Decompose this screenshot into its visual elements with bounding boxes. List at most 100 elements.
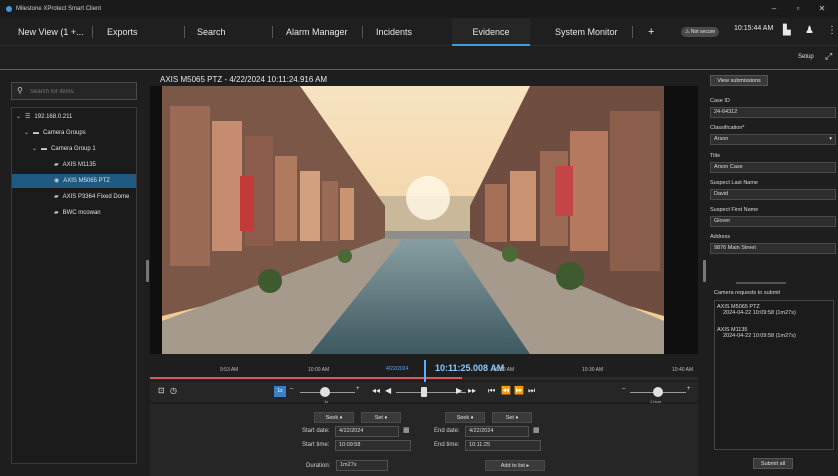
window-controls: – ▫ ✕ — [762, 2, 834, 16]
camera-requests-list: AXIS M5065 PTZ 2024-04-22 10:09:58 (1m27… — [714, 300, 834, 450]
range-decrease-icon[interactable]: – — [622, 386, 625, 392]
speed-decrease-icon[interactable]: – — [290, 386, 293, 392]
left-splitter[interactable] — [146, 260, 149, 282]
tab-system-monitor[interactable]: System Monitor — [555, 18, 618, 46]
tab-exports[interactable]: Exports — [107, 18, 138, 46]
expand-chevron-icon[interactable]: ⌄ — [24, 126, 29, 140]
duration-label: Duration: — [306, 463, 331, 469]
tree-node-camera-groups[interactable]: ⌄ ▬ Camera Groups — [24, 126, 86, 140]
tab-divider — [362, 26, 363, 38]
timeline-tick-label: 9:53 AM — [220, 367, 239, 373]
suspect-first-name-label: Suspect First Name — [710, 207, 759, 213]
time-range-slider-knob[interactable] — [653, 387, 663, 397]
setup-button[interactable]: Setup — [798, 54, 814, 60]
window-title: Milestone XProtect Smart Client — [16, 6, 102, 12]
list-item[interactable]: AXIS M5065 PTZ 2024-04-22 10:09:58 (1m27… — [717, 304, 833, 316]
speed-slider-knob[interactable] — [319, 387, 330, 397]
timeline[interactable]: 9:53 AM 10:00 AM 4/22/2024 10:20 AM 10:3… — [150, 356, 698, 384]
add-tab-button[interactable]: + — [648, 18, 654, 46]
calendar-icon[interactable]: ▦ — [403, 426, 410, 434]
list-item[interactable]: AXIS M1135 2024-04-22 10:09:58 (1m27s) — [717, 327, 833, 339]
camera-icon: ▰ — [54, 194, 59, 200]
snapshot-icon[interactable]: ⊡ — [158, 386, 165, 395]
expand-chevron-icon[interactable]: ⌄ — [16, 110, 21, 124]
camera-requests-label: Camera requests to submit — [714, 290, 781, 296]
tree-node-server[interactable]: ⌄ ☰ 192.168.0.211 — [16, 110, 72, 124]
previous-sequence-icon[interactable]: ⏮ — [488, 386, 495, 396]
jog-slider-knob[interactable] — [421, 387, 427, 397]
seek-end-button[interactable]: Seek ♦ — [445, 412, 485, 423]
setup-bar: Setup ⤢ — [0, 46, 838, 70]
calendar-icon[interactable]: ▦ — [533, 426, 540, 434]
tab-alarm-manager[interactable]: Alarm Manager — [286, 18, 348, 46]
title-bar: Milestone XProtect Smart Client – ▫ ✕ — [0, 0, 838, 18]
close-button[interactable]: ✕ — [810, 2, 834, 16]
speed-increase-icon[interactable]: + — [356, 386, 360, 392]
video-player[interactable] — [150, 86, 698, 354]
clock: 10:15:44 AM — [734, 25, 774, 32]
tree-node-camera[interactable]: ▰ AXIS M1135 — [54, 158, 96, 172]
case-id-input[interactable]: 24-64312 — [710, 107, 836, 118]
timeline-tick-label: 10:40 AM — [672, 367, 694, 373]
not-secure-badge[interactable]: ⚠ Not secure — [681, 27, 720, 37]
user-icon[interactable]: ♟ — [805, 25, 814, 36]
suspect-first-name-input[interactable]: Glover — [710, 216, 836, 227]
duration-input[interactable]: 1m27s — [336, 460, 388, 471]
address-input[interactable]: 9876 Main Street — [710, 243, 836, 254]
suspect-last-name-input[interactable]: David — [710, 189, 836, 200]
set-start-button[interactable]: Set ♦ — [361, 412, 401, 423]
maximize-button[interactable]: ▫ — [786, 2, 810, 16]
video-frame-image — [150, 86, 698, 354]
tab-evidence[interactable]: Evidence — [452, 18, 530, 46]
request-detail: 2024-04-22 10:09:58 (1m27s) — [723, 310, 796, 316]
range-increase-icon[interactable]: + — [687, 386, 691, 392]
end-date-input[interactable]: 4/22/2024 — [465, 426, 529, 437]
more-icon[interactable]: ⋮ — [827, 25, 837, 36]
tab-search[interactable]: Search — [197, 18, 226, 46]
next-frame-icon[interactable]: ▸▸ — [468, 386, 476, 395]
request-detail: 2024-04-22 10:09:58 (1m27s) — [723, 333, 796, 339]
classification-select[interactable]: Arson ▾ — [710, 134, 836, 145]
search-icon: ⚲ — [17, 86, 23, 95]
case-id-label: Case ID — [710, 98, 730, 104]
tab-incidents[interactable]: Incidents — [376, 18, 412, 46]
tab-new-view[interactable]: New View (1 +... — [18, 18, 84, 46]
previous-event-icon[interactable]: ⏪ — [501, 386, 511, 395]
speed-button[interactable]: 1x — [274, 386, 286, 397]
expand-chevron-icon[interactable]: ⌄ — [32, 142, 37, 156]
server-icon: ☰ — [25, 114, 31, 120]
minimize-button[interactable]: – — [762, 2, 786, 16]
add-to-list-button[interactable]: Add to list ▸ — [485, 460, 545, 471]
play-reverse-icon[interactable]: ◀ — [385, 386, 391, 395]
view-submissions-button[interactable]: View submissions — [710, 75, 768, 86]
tab-divider — [272, 26, 273, 38]
expand-icon[interactable]: ⤢ — [825, 51, 832, 62]
title-input[interactable]: Arson Case — [710, 162, 836, 173]
end-time-input[interactable]: 10:11:25 — [465, 440, 541, 451]
start-time-label: Start time: — [302, 442, 330, 448]
recording-indicator — [150, 377, 462, 379]
next-sequence-icon[interactable]: ⏭ — [528, 386, 535, 396]
timeline-playhead[interactable] — [424, 360, 426, 384]
previous-frame-icon[interactable]: ◂◂ — [372, 386, 380, 395]
classification-value: Arson — [714, 136, 729, 142]
start-date-input[interactable]: 4/22/2024 — [335, 426, 399, 437]
chevron-down-icon[interactable]: ▾ — [829, 135, 832, 144]
start-time-input[interactable]: 10:09:58 — [335, 440, 411, 451]
tree-node-camera[interactable]: ▰ AXIS P3364 Fixed Dome — [54, 190, 129, 204]
play-forward-icon[interactable]: ▶ — [456, 386, 462, 395]
tree-node-camera-group-1[interactable]: ⌄ ▬ Camera Group 1 — [32, 142, 96, 156]
document-icon[interactable]: ▙ — [783, 25, 791, 36]
tree-node-camera-selected[interactable]: ◉ AXIS M5065 PTZ — [12, 174, 136, 188]
seek-start-button[interactable]: Seek ♦ — [314, 412, 354, 423]
submit-all-button[interactable]: Submit all — [753, 458, 793, 469]
timeline-tick-label: 10:00 AM — [308, 367, 330, 373]
tree-node-camera[interactable]: ▰ BWC mcowan — [54, 206, 101, 220]
next-event-icon[interactable]: ⏩ — [514, 386, 524, 395]
export-range-form: Seek ♦ Set ♦ Seek ♦ Set ♦ Start date: 4/… — [150, 404, 698, 476]
set-end-button[interactable]: Set ♦ — [492, 412, 532, 423]
search-input[interactable] — [30, 85, 130, 98]
search-box[interactable]: ⚲ — [11, 82, 137, 100]
panel-splitter[interactable] — [736, 282, 786, 284]
clock-icon[interactable]: ◷ — [170, 386, 177, 395]
